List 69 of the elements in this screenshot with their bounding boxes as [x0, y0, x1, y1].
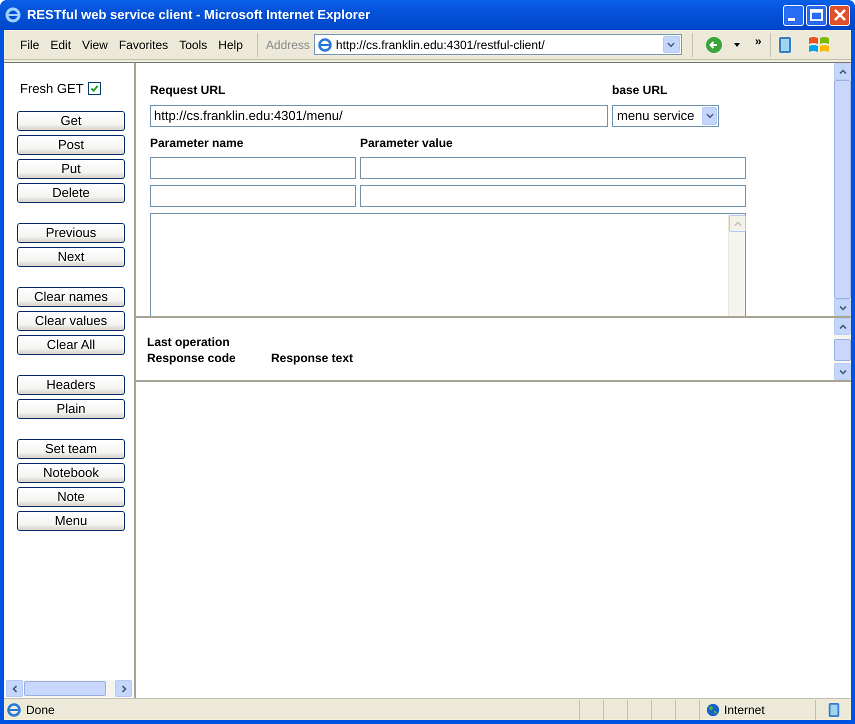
sidebar-button[interactable]: Plain	[17, 398, 125, 418]
base-url-select[interactable]: menu service	[612, 105, 719, 127]
notebook-icon[interactable]	[776, 36, 793, 54]
sidebar-button[interactable]: Clear All	[17, 334, 125, 354]
close-icon	[834, 9, 846, 21]
sidebar-button[interactable]: Put	[17, 158, 125, 178]
scroll-thumb[interactable]	[834, 339, 851, 361]
scroll-left-button[interactable]	[6, 680, 23, 697]
page-icon	[316, 36, 333, 52]
caret-icon	[666, 40, 676, 50]
caret-icon	[704, 111, 714, 121]
field-label: Request URL	[150, 82, 226, 99]
sidebar-button[interactable]: Menu	[17, 510, 125, 530]
sidebar-button[interactable]: Delete	[17, 182, 125, 202]
sidebar-button[interactable]: Clear values	[17, 310, 125, 330]
sidebar-button[interactable]: Get	[17, 110, 125, 130]
page-icon	[6, 702, 22, 718]
menu-item[interactable]: Edit	[46, 34, 76, 56]
menu-item[interactable]: View	[78, 34, 112, 56]
sidebar-button[interactable]: Next	[17, 246, 125, 266]
vertical-scrollbar[interactable]	[834, 318, 851, 380]
menu-item[interactable]: Tools	[175, 34, 212, 56]
sidebar-button[interactable]: Clear names	[17, 286, 125, 306]
scroll-up-button[interactable]	[834, 63, 851, 80]
checkbox[interactable]	[88, 82, 101, 96]
minimize-button[interactable]	[783, 4, 804, 26]
field-label: Parameter value	[360, 135, 453, 152]
menu-item[interactable]: Favorites	[114, 34, 172, 56]
horizontal-scrollbar[interactable]	[6, 680, 132, 697]
field-label: Parameter name	[150, 135, 244, 152]
sidebar-button[interactable]: Post	[17, 134, 125, 154]
field-label: base URL	[612, 82, 668, 99]
scroll-down-button[interactable]	[834, 363, 851, 380]
dropdown-button[interactable]	[662, 36, 680, 53]
parameter-name-field[interactable]	[150, 185, 356, 207]
close-button[interactable]	[829, 4, 850, 26]
scroll-up-button[interactable]	[834, 318, 851, 335]
response-label: Response text	[271, 350, 354, 366]
scroll-down-button[interactable]	[834, 299, 851, 316]
sidebar-button[interactable]: Notebook	[17, 462, 125, 482]
status-text: Done	[26, 702, 56, 718]
globe-icon	[706, 702, 720, 716]
zone-text: Internet	[724, 702, 765, 718]
address-field[interactable]: http://cs.franklin.edu:4301/restful-client/	[314, 34, 682, 55]
maximize-icon	[810, 9, 823, 21]
scroll-right-button[interactable]	[115, 680, 132, 697]
parameter-value-field[interactable]	[360, 157, 746, 179]
response-label: Response code	[147, 350, 237, 366]
notebook-icon	[826, 702, 840, 718]
chevron[interactable]: »	[754, 32, 762, 48]
minimize-icon	[788, 18, 795, 20]
caret-icon[interactable]	[732, 42, 741, 48]
address-label: Address	[264, 36, 311, 54]
menu-item[interactable]: File	[16, 34, 44, 56]
scroll-thumb[interactable]	[24, 681, 106, 696]
sidebar-button[interactable]: Headers	[17, 374, 125, 394]
parameter-name-field[interactable]	[150, 157, 356, 179]
window-title: RESTful web service client - Microsoft Internet Explorer	[27, 6, 372, 24]
sidebar-button[interactable]: Note	[17, 486, 125, 506]
maximize-button[interactable]	[806, 4, 827, 26]
parameter-value-field[interactable]	[360, 185, 746, 207]
browser-icon	[5, 7, 21, 23]
menu-item[interactable]: Help	[214, 34, 247, 56]
back-icon[interactable]	[704, 36, 723, 54]
checkbox-label: Fresh GET	[20, 80, 84, 98]
url-field[interactable]: http://cs.franklin.edu:4301/menu/	[150, 105, 608, 127]
sidebar-button[interactable]: Set team	[17, 438, 125, 458]
response-label: Last operation	[147, 334, 231, 350]
sidebar-button[interactable]: Previous	[17, 222, 125, 242]
